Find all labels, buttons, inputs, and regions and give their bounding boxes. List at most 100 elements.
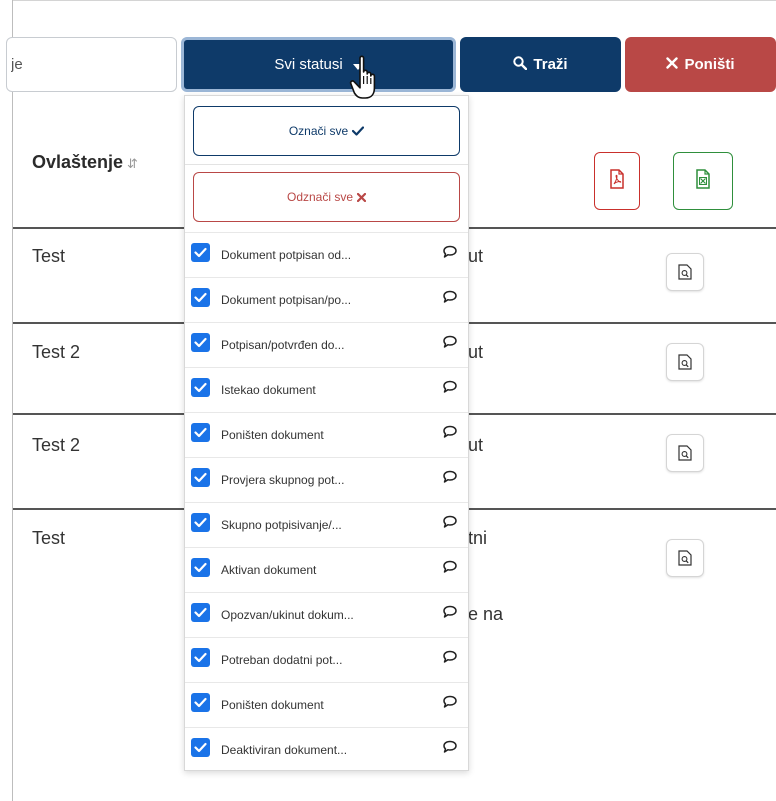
comment-icon xyxy=(443,650,457,663)
view-document-button[interactable] xyxy=(666,434,704,472)
status-option-item[interactable]: Potpisan/potvrđen do... xyxy=(185,322,468,367)
check-icon xyxy=(194,742,207,753)
hand-cursor-icon xyxy=(349,55,376,99)
status-option-item[interactable]: Dokument potpisan/po... xyxy=(185,277,468,322)
row-status-cell: ut xyxy=(468,435,484,455)
select-all-button[interactable]: Označi sve xyxy=(193,106,460,156)
export-excel-button[interactable] xyxy=(673,152,733,210)
checkbox-checked[interactable] xyxy=(191,558,210,577)
status-option-label: Potreban dodatni pot... xyxy=(221,653,343,667)
status-filter-label: Svi statusi xyxy=(274,56,343,73)
row-status-cell: ut xyxy=(468,246,484,266)
checkbox-checked[interactable] xyxy=(191,378,210,397)
status-option-label: Provjera skupnog pot... xyxy=(221,473,345,487)
search-button[interactable]: Traži xyxy=(460,37,621,92)
status-option-label: Potpisan/potvrđen do... xyxy=(221,338,345,352)
check-icon xyxy=(194,292,207,303)
check-icon xyxy=(194,337,207,348)
close-icon xyxy=(666,56,679,73)
deselect-all-label: Odznači sve xyxy=(286,190,354,204)
reset-button-label: Poništi xyxy=(684,56,735,73)
comment-icon xyxy=(443,515,457,528)
column-header-label: Ovlaštenje xyxy=(32,152,124,172)
status-option-label: Dokument potpisan/po... xyxy=(221,293,352,307)
comment-icon xyxy=(443,560,457,573)
status-option-item[interactable]: Istekao dokument xyxy=(185,367,468,412)
close-icon xyxy=(357,192,367,202)
comment-icon xyxy=(443,245,457,258)
document-search-icon xyxy=(678,445,692,461)
column-header-ovlastenje[interactable]: Ovlaštenje ⇵ xyxy=(32,152,138,173)
checkbox-checked[interactable] xyxy=(191,243,210,262)
check-icon xyxy=(194,652,207,663)
status-option-item[interactable]: Potreban dodatni pot... xyxy=(185,637,468,682)
status-option-label: Aktivan dokument xyxy=(221,563,317,577)
comment-icon xyxy=(443,605,457,618)
status-dropdown-menu: Označi sve Odznači sve Dokument potpisan… xyxy=(184,95,469,771)
comment-icon xyxy=(443,740,457,753)
comment-icon xyxy=(443,290,457,303)
check-icon xyxy=(194,247,207,258)
status-option-item[interactable]: Poništen dokument xyxy=(185,412,468,457)
status-filter-button[interactable]: Svi statusi xyxy=(181,37,456,92)
row-ovlastenje-cell: Test 2 xyxy=(32,435,81,455)
search-input[interactable] xyxy=(6,37,177,92)
row-ovlastenje-cell: Test 2 xyxy=(32,342,81,362)
frame-left-border xyxy=(12,0,13,801)
checkbox-checked[interactable] xyxy=(191,423,210,442)
status-option-label: Deaktiviran dokument... xyxy=(221,743,348,757)
comment-icon xyxy=(443,470,457,483)
comment-icon xyxy=(443,335,457,348)
pdf-file-icon xyxy=(609,168,625,194)
select-all-label: Označi sve xyxy=(288,124,349,138)
checkbox-checked[interactable] xyxy=(191,468,210,487)
check-icon xyxy=(194,562,207,573)
check-icon xyxy=(194,382,207,393)
checkbox-checked[interactable] xyxy=(191,738,210,757)
sort-icon: ⇵ xyxy=(127,156,138,171)
frame-top-border xyxy=(12,0,776,1)
checkbox-checked[interactable] xyxy=(191,603,210,622)
row-ovlastenje-cell: Test xyxy=(32,246,66,266)
checkbox-checked[interactable] xyxy=(191,513,210,532)
search-icon xyxy=(513,55,528,74)
status-option-label: Dokument potpisan od... xyxy=(221,248,352,262)
checkbox-checked[interactable] xyxy=(191,648,210,667)
status-option-label: Poništen dokument xyxy=(221,698,324,712)
status-option-item[interactable]: Deaktiviran dokument... xyxy=(185,727,468,772)
check-icon xyxy=(194,472,207,483)
checkbox-checked[interactable] xyxy=(191,333,210,352)
status-option-item[interactable]: Aktivan dokument xyxy=(185,547,468,592)
view-document-button[interactable] xyxy=(666,253,704,291)
view-document-button[interactable] xyxy=(666,343,704,381)
check-icon xyxy=(194,607,207,618)
dropdown-divider xyxy=(185,164,468,165)
status-option-label: Poništen dokument xyxy=(221,428,324,442)
row-ovlastenje-cell: Test xyxy=(32,528,66,548)
status-option-item[interactable]: Opozvan/ukinut dokum... xyxy=(185,592,468,637)
status-option-item[interactable]: Poništen dokument xyxy=(185,682,468,727)
checkbox-checked[interactable] xyxy=(191,693,210,712)
status-option-label: Opozvan/ukinut dokum... xyxy=(221,608,354,622)
document-search-icon xyxy=(678,264,692,280)
check-icon xyxy=(194,697,207,708)
checkbox-checked[interactable] xyxy=(191,288,210,307)
document-search-icon xyxy=(678,550,692,566)
status-option-label: Skupno potpisivanje/... xyxy=(221,518,342,532)
export-pdf-button[interactable] xyxy=(594,152,640,210)
status-option-label: Istekao dokument xyxy=(221,383,316,397)
status-option-item[interactable]: Provjera skupnog pot... xyxy=(185,457,468,502)
row-status-cell: ut xyxy=(468,342,484,362)
deselect-all-button[interactable]: Odznači sve xyxy=(193,172,460,222)
comment-icon xyxy=(443,380,457,393)
view-document-button[interactable] xyxy=(666,539,704,577)
comment-icon xyxy=(443,425,457,438)
comment-icon xyxy=(443,695,457,708)
check-icon xyxy=(194,517,207,528)
excel-file-icon xyxy=(695,168,711,194)
check-icon xyxy=(352,126,365,136)
reset-button[interactable]: Poništi xyxy=(625,37,776,92)
row-status-cell: tni xyxy=(468,528,488,548)
status-option-item[interactable]: Dokument potpisan od... xyxy=(185,232,468,277)
status-option-item[interactable]: Skupno potpisivanje/... xyxy=(185,502,468,547)
